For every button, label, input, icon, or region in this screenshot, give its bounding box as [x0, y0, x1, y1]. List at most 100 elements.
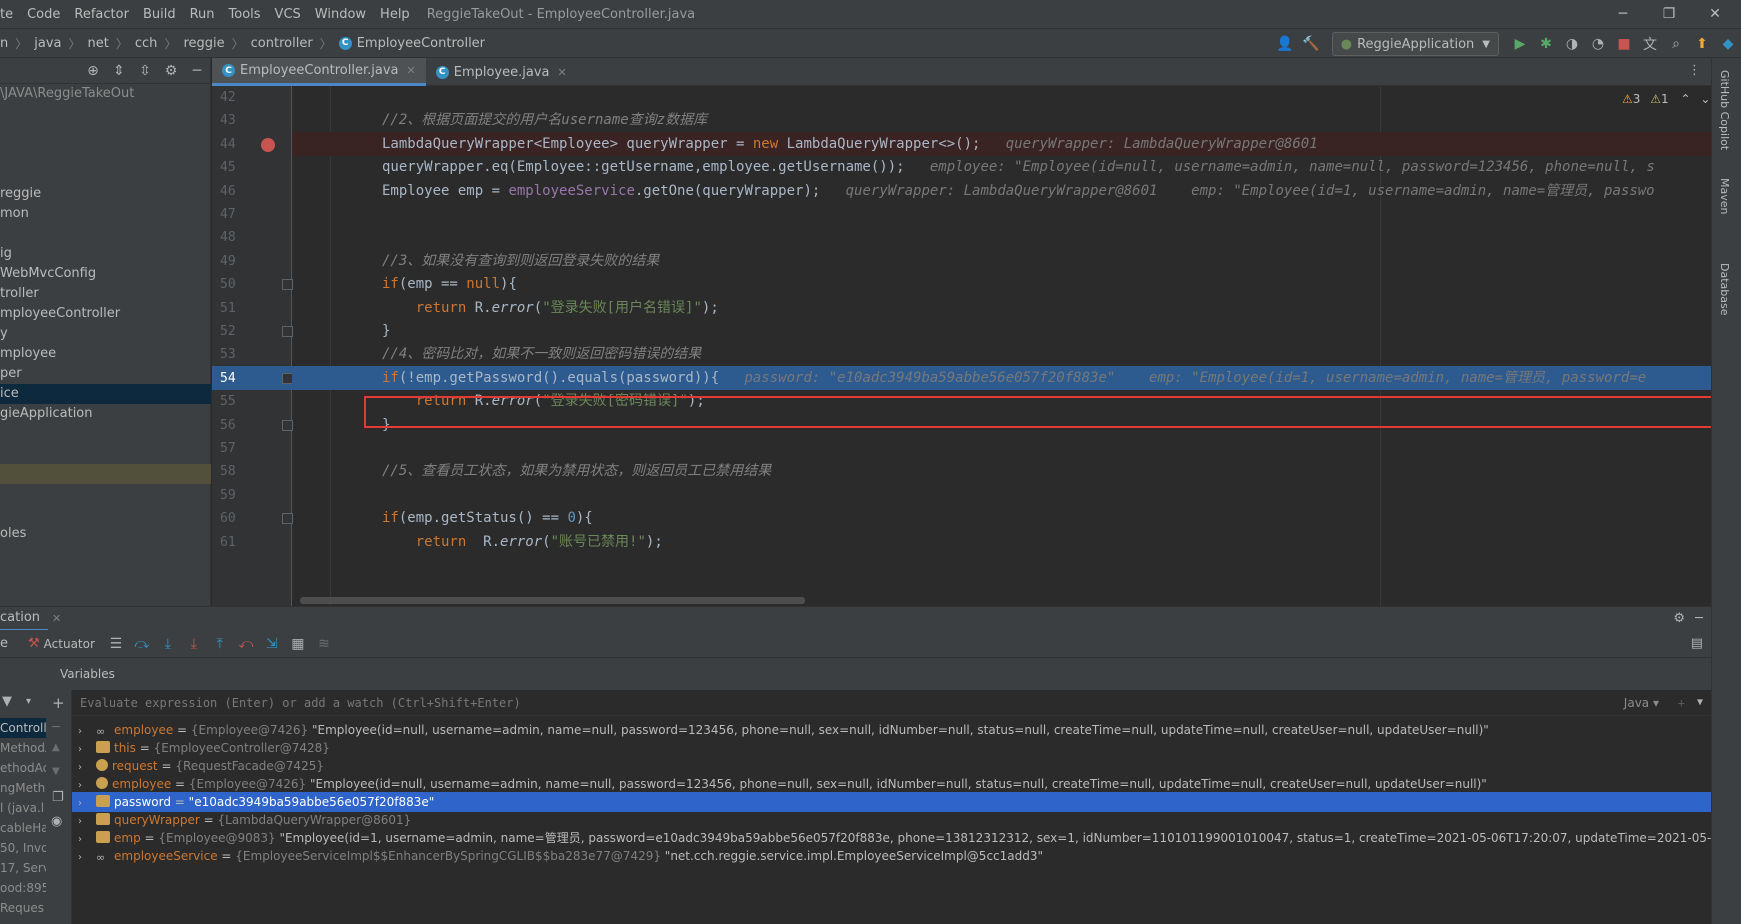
trace-icon[interactable]: ≋ — [311, 631, 337, 657]
code-line[interactable]: Employee emp = employeeService.getOne(qu… — [292, 179, 1711, 203]
inspection-widget[interactable]: ⚠3 ⚠1 ⌃ ⌄ — [1622, 92, 1710, 106]
code-line[interactable]: //3、如果没有查询到则返回登录失败的结果 — [292, 249, 1711, 273]
layout-icon[interactable]: ☰ — [103, 631, 129, 657]
tree-item[interactable]: troller — [0, 284, 211, 304]
move-down-icon[interactable]: ▼ — [52, 766, 60, 777]
minimize-icon[interactable]: ─ — [1600, 0, 1646, 28]
code-line[interactable]: if(emp.getStatus() == 0){ — [292, 506, 1711, 530]
evaluate-expression-input[interactable]: Evaluate expression (Enter) or add a wat… — [72, 690, 1711, 716]
code-line[interactable]: //5、查看员工状态，如果为禁用状态，则返回员工已禁用结果 — [292, 459, 1711, 483]
collapse-all-icon[interactable]: ⇳ — [132, 63, 158, 79]
variable-row[interactable]: › queryWrapper = {LambdaQueryWrapper@8601… — [72, 810, 1711, 830]
profile-icon[interactable]: ◔ — [1585, 31, 1611, 57]
tree-item[interactable]: WebMvcConfig — [0, 264, 211, 284]
layout-settings-icon[interactable]: ▤ — [1691, 636, 1703, 651]
hammer-icon[interactable]: 🔨 — [1298, 31, 1324, 57]
variable-row[interactable]: › emp = {Employee@9083} "Employee(id=1, u… — [72, 828, 1711, 848]
restore-icon[interactable]: ❐ — [1646, 0, 1692, 28]
close-tab-icon[interactable]: ✕ — [558, 66, 567, 79]
more-icon[interactable]: ⋮ — [1688, 63, 1701, 78]
language-select[interactable]: Java ▾ — [1624, 696, 1659, 710]
breadcrumb-item[interactable]: cch — [135, 36, 158, 51]
tool-github-copilot[interactable]: GitHub Copilot — [1718, 70, 1731, 150]
frame-item[interactable]: ood:895, — [0, 878, 46, 898]
tree-item[interactable] — [0, 224, 211, 244]
code-line[interactable]: if(emp == null){ — [292, 272, 1711, 296]
line-number[interactable]: 61 — [212, 530, 262, 556]
menu-item-refactor[interactable]: Refactor — [67, 7, 136, 22]
breadcrumb-item[interactable]: n — [0, 36, 8, 51]
code-line[interactable]: return R.error("登录失败[用户名错误]"); — [292, 296, 1711, 320]
drop-frame-icon[interactable]: ⤺ — [233, 631, 259, 657]
variable-row[interactable]: › this = {EmployeeController@7428} — [72, 738, 1711, 758]
tree-item[interactable]: reggie — [0, 184, 211, 204]
step-into-icon[interactable]: ⤓ — [155, 631, 181, 657]
line-number[interactable]: 53 — [212, 342, 262, 368]
code-line[interactable] — [292, 225, 1711, 249]
run-icon[interactable]: ▶ — [1507, 31, 1533, 57]
close-tab-icon[interactable]: ✕ — [407, 64, 416, 77]
tree-item[interactable]: mon — [0, 204, 211, 224]
expand-chevron-icon[interactable]: › — [78, 848, 92, 866]
add-watch-icon[interactable]: + — [52, 694, 65, 712]
tree-item[interactable]: mployeeController — [0, 304, 211, 324]
locate-icon[interactable]: ⊕ — [80, 63, 106, 79]
horizontal-scrollbar[interactable] — [300, 597, 805, 604]
hide-icon[interactable]: ─ — [184, 63, 210, 79]
code-line[interactable]: //2、根据页面提交的用户名username查询z数据库 — [292, 108, 1711, 132]
project-root-path[interactable]: \JAVA\ReggieTakeOut — [0, 84, 211, 104]
debug-icon[interactable]: ✱ — [1533, 31, 1559, 57]
variable-row[interactable]: › ∞ employee = {Employee@7426} "Employee(i… — [72, 720, 1711, 740]
console-tab-fragment[interactable]: e — [0, 636, 22, 651]
coverage-icon[interactable]: ◑ — [1559, 31, 1585, 57]
line-number[interactable]: 50 — [212, 272, 262, 298]
expand-all-icon[interactable]: ⇕ — [106, 63, 132, 79]
run-to-cursor-icon[interactable]: ⇲ — [259, 631, 285, 657]
editor-gutter[interactable]: 42 43 44 45 46 47 48 49 50 51 52 53 54 55 56 57 58 59 60 61 — [212, 86, 293, 606]
frame-item[interactable]: ethodAc — [0, 758, 46, 778]
force-step-into-icon[interactable]: ⤓ — [181, 631, 207, 657]
chevron-down-icon[interactable]: ▾ — [26, 696, 31, 707]
tab-employee[interactable]: C Employee.java ✕ — [426, 58, 577, 86]
frame-item[interactable]: Reques — [0, 898, 46, 918]
line-number[interactable]: 48 — [212, 225, 262, 251]
variable-row[interactable]: › employee = {Employee@7426} "Employee(id… — [72, 774, 1711, 794]
tab-employee-controller[interactable]: C EmployeeController.java ✕ — [212, 58, 426, 86]
code-line[interactable] — [292, 436, 1711, 460]
code-line[interactable]: //4、密码比对，如果不一致则返回密码错误的结果 — [292, 342, 1711, 366]
code-line[interactable]: LambdaQueryWrapper<Employee> queryWrappe… — [292, 132, 1711, 156]
tool-database[interactable]: Database — [1718, 263, 1731, 316]
breadcrumb-item[interactable]: controller — [251, 36, 313, 51]
breakpoint-icon[interactable] — [261, 138, 275, 152]
close-icon[interactable]: ✕ — [1692, 0, 1738, 28]
minimize-panel-icon[interactable]: ─ — [1695, 611, 1703, 626]
code-line[interactable]: return R.error("账号已禁用!"); — [292, 530, 1711, 554]
tree-item-selected[interactable]: ice — [0, 384, 211, 404]
gear-icon[interactable]: ⚙ — [1673, 611, 1685, 626]
breadcrumb-item[interactable]: net — [88, 36, 109, 51]
eye-icon[interactable]: ◉ — [51, 814, 62, 829]
actuator-tab[interactable]: Actuator — [44, 637, 95, 651]
add-icon[interactable]: + — [1678, 696, 1685, 710]
code-line[interactable]: queryWrapper.eq(Employee::getUsername,em… — [292, 155, 1711, 179]
line-number[interactable]: 55 — [212, 389, 262, 415]
step-over-icon[interactable]: ⤼ — [129, 631, 155, 657]
variable-row[interactable]: › request = {RequestFacade@7425} — [72, 756, 1711, 776]
line-number[interactable]: 58 — [212, 459, 262, 485]
run-config-select[interactable]: ● ReggieApplication ▼ — [1331, 32, 1499, 56]
toolbox-icon[interactable]: ◆ — [1715, 31, 1741, 57]
stop-icon[interactable]: ■ — [1611, 31, 1637, 57]
frame-item[interactable]: ngMeth — [0, 778, 46, 798]
tree-item-highlighted[interactable] — [0, 464, 211, 484]
tree-item[interactable]: mployee — [0, 344, 211, 364]
translate-icon[interactable]: 文 — [1637, 31, 1663, 57]
menu-item-vcs[interactable]: VCS — [268, 7, 308, 22]
line-number[interactable]: 45 — [212, 155, 262, 181]
breadcrumb-item[interactable]: reggie — [183, 36, 224, 51]
copy-icon[interactable]: ❐ — [52, 790, 64, 805]
line-number[interactable]: 43 — [212, 108, 262, 134]
breadcrumb-item[interactable]: EmployeeController — [357, 36, 485, 51]
frame-item[interactable]: cableHa — [0, 818, 46, 838]
step-out-icon[interactable]: ⤒ — [207, 631, 233, 657]
tree-item[interactable]: per — [0, 364, 211, 384]
